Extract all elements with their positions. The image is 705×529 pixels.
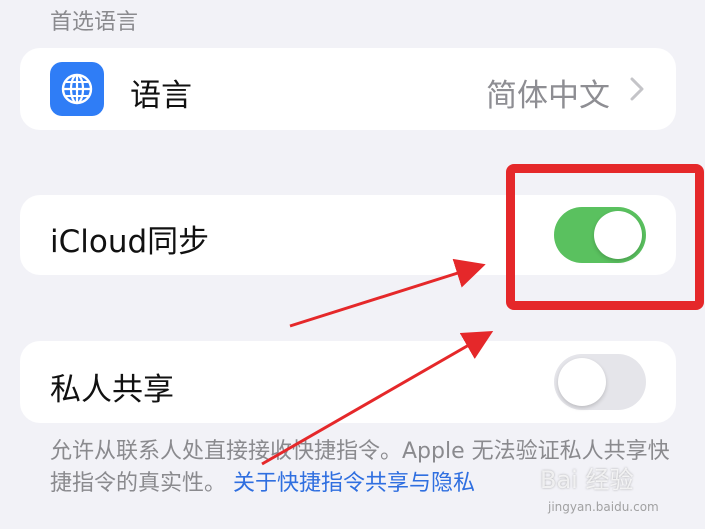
watermark-url: jingyan.baidu.com <box>548 500 659 514</box>
annotation-arrows <box>261 258 494 466</box>
watermark: Bai 经验 <box>540 466 634 494</box>
arrow-2 <box>261 331 494 466</box>
arrow-1 <box>289 258 486 328</box>
